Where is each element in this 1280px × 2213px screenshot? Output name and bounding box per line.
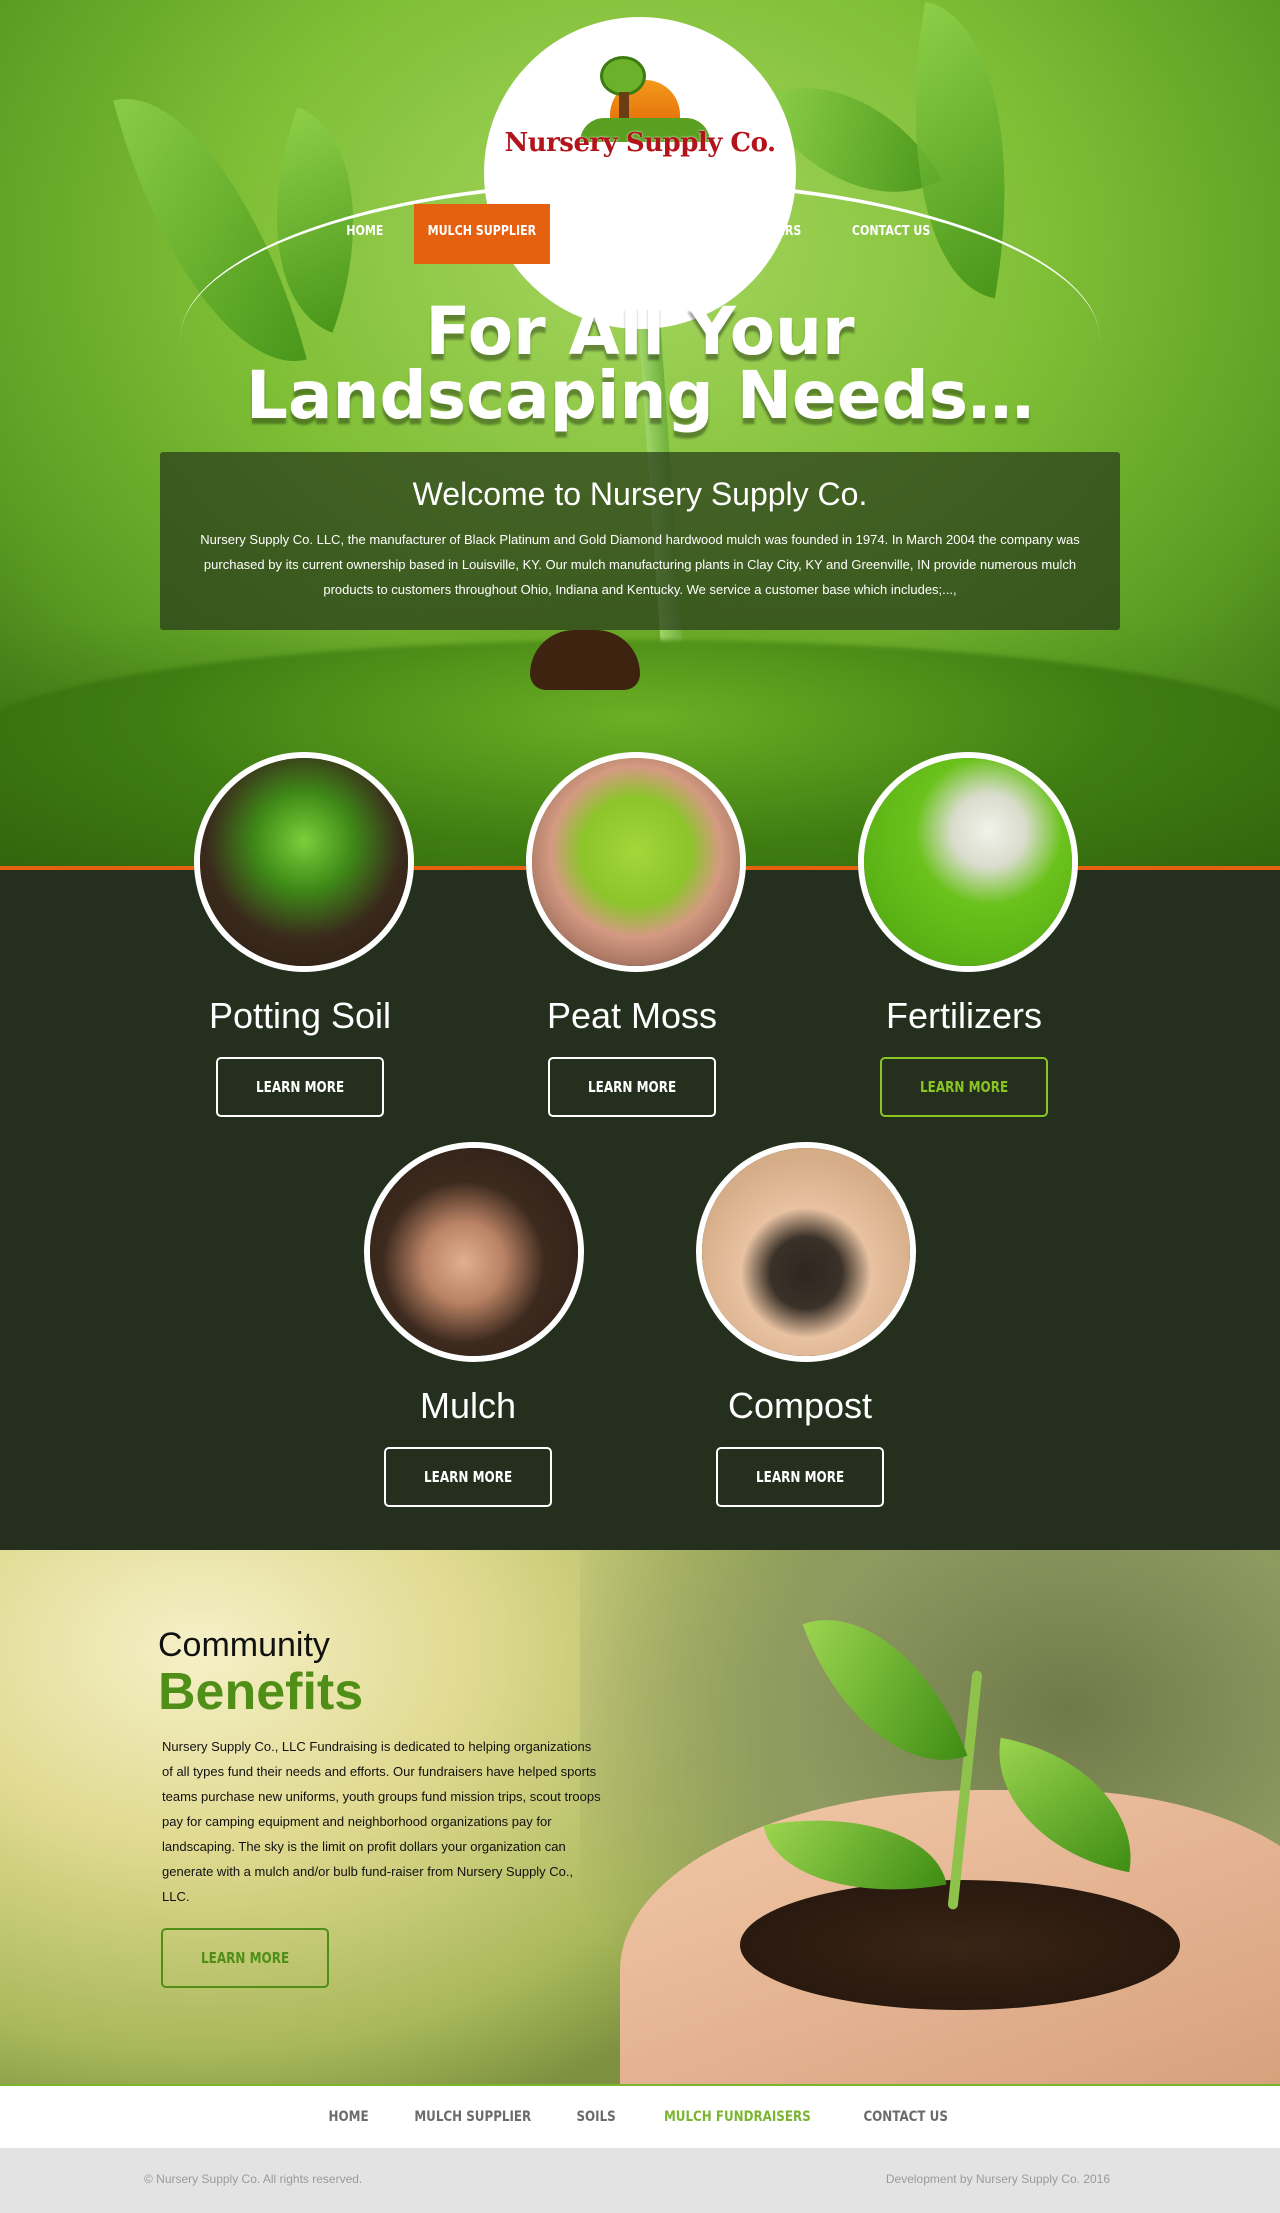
nav-home[interactable]: HOME [332, 204, 396, 264]
potting-soil-image [194, 752, 414, 972]
learn-more-button[interactable]: LEARN MORE [880, 1057, 1048, 1117]
product-title: Peat Moss [546, 995, 718, 1036]
seed-husk [530, 630, 640, 690]
footer-nav-mulch-fundraisers[interactable]: MULCH FUNDRAISERS [651, 2109, 825, 2125]
product-title: Potting Soil [208, 995, 392, 1036]
logo-tree-icon [600, 56, 646, 96]
footer-nav-soils[interactable]: SOILS [563, 2109, 629, 2125]
footer-bar: © Nursery Supply Co. All rights reserved… [0, 2148, 1280, 2213]
button-label: LEARN MORE [587, 1078, 677, 1096]
learn-more-button[interactable]: LEARN MORE [216, 1057, 384, 1117]
community-heading-big: Benefits [158, 1663, 364, 1721]
mulch-image [364, 1142, 584, 1362]
footer-nav: HOME MULCH SUPPLIER SOILS MULCH FUNDRAIS… [0, 2084, 1280, 2148]
soil-image [740, 1880, 1180, 2010]
compost-image [696, 1142, 916, 1362]
peat-moss-image [526, 752, 746, 972]
logo[interactable]: Nursery Supply Co. [500, 128, 780, 158]
nav-soils[interactable]: SOILS [568, 204, 632, 264]
nav-mulch-fundraisers[interactable]: MULCH FUNDRAISERS [651, 204, 815, 264]
fertilizers-image [858, 752, 1078, 972]
community-text: Nursery Supply Co., LLC Fundraising is d… [162, 1739, 601, 1904]
product-card: Peat Moss LEARN MORE [502, 995, 762, 1117]
community-section: Community Benefits Nursery Supply Co., L… [0, 1550, 1280, 2084]
hero-headline: For All Your Landscaping Needs… [0, 299, 1280, 429]
nav-contact-us[interactable]: CONTACT US [839, 204, 945, 264]
footer-nav-contact-us[interactable]: CONTACT US [850, 2109, 962, 2125]
button-label: LEARN MORE [423, 1468, 513, 1486]
nav-mulch-supplier[interactable]: MULCH SUPPLIER [414, 204, 550, 264]
welcome-title: Welcome to Nursery Supply Co. [412, 476, 868, 512]
community-learn-more-button[interactable]: LEARN MORE [161, 1928, 329, 1988]
products-section: Potting Soil LEARN MORE Peat Moss LEARN … [0, 752, 1280, 1550]
footer-nav-home[interactable]: HOME [314, 2109, 381, 2125]
headline-line-2: Landscaping Needs… [245, 357, 1035, 434]
product-title: Mulch [419, 1385, 517, 1426]
product-card: Fertilizers LEARN MORE [834, 995, 1094, 1117]
learn-more-button[interactable]: LEARN MORE [548, 1057, 716, 1117]
button-label: LEARN MORE [919, 1078, 1009, 1096]
product-card: Compost LEARN MORE [670, 1385, 930, 1507]
credit-text: Development by Nursery Supply Co. 2016 [885, 2172, 1110, 2186]
copyright-text: © Nursery Supply Co. All rights reserved… [144, 2172, 363, 2186]
button-label: LEARN MORE [755, 1468, 845, 1486]
community-heading-small: Community [158, 1626, 330, 1664]
hero-section: Nursery Supply Co. HOME MULCH SUPPLIER S… [0, 0, 1280, 870]
learn-more-button[interactable]: LEARN MORE [716, 1447, 884, 1507]
product-card: Mulch LEARN MORE [338, 1385, 598, 1507]
welcome-panel: Welcome to Nursery Supply Co. Nursery Su… [160, 452, 1120, 630]
product-card: Potting Soil LEARN MORE [170, 995, 430, 1117]
footer-nav-mulch-supplier[interactable]: MULCH SUPPLIER [400, 2109, 544, 2125]
button-label: LEARN MORE [200, 1949, 290, 1967]
learn-more-button[interactable]: LEARN MORE [384, 1447, 552, 1507]
product-title: Fertilizers [885, 995, 1042, 1036]
main-nav: HOME MULCH SUPPLIER SOILS MULCH FUNDRAIS… [0, 204, 1280, 264]
product-title: Compost [727, 1385, 873, 1426]
welcome-text: Nursery Supply Co. LLC, the manufacturer… [200, 532, 1080, 597]
button-label: LEARN MORE [255, 1078, 345, 1096]
